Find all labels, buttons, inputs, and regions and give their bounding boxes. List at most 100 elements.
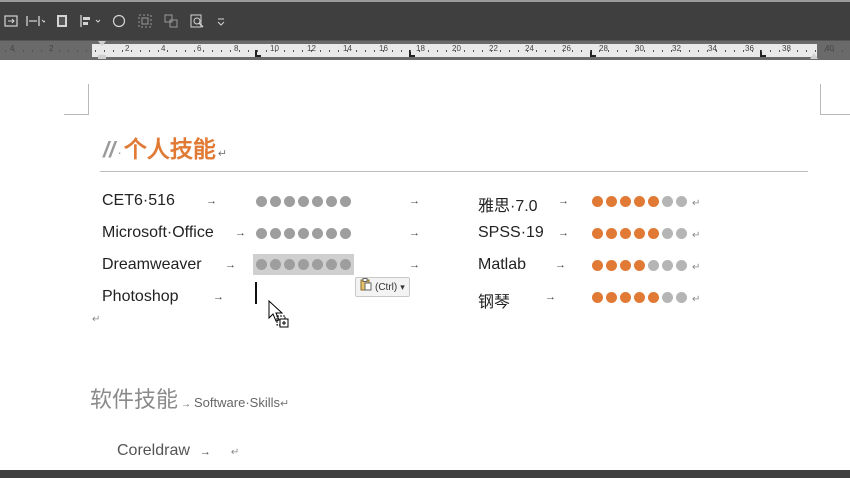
margin-corner-top-right [820,84,850,115]
rating-dot-filled [634,292,645,303]
rating-dot [662,260,673,271]
ruler-tick [455,50,456,52]
ruler-tick [590,50,591,52]
rating-dot [298,196,309,207]
ruler-tick [68,50,69,52]
ruler-tick [545,50,546,52]
rating-dot [340,259,351,270]
ruler-tick [734,50,735,52]
tab-arrow: → [213,291,224,303]
skill-rating-dots [256,196,351,207]
rating-dot [312,259,323,270]
skill-label: Dreamweaver [102,256,202,273]
ruler-tick [284,50,285,52]
tab-arrow: → [181,399,192,410]
ruler-right-indent[interactable] [809,41,819,60]
ruler-tick [572,50,573,52]
ruler-tick [392,50,393,52]
ruler-tick [266,50,267,52]
zoom-page-icon[interactable] [188,11,206,31]
mouse-pointer-copy-icon [268,299,290,330]
rating-dot [312,196,323,207]
section-heading: // · 个人技能 ↵ [103,130,227,164]
ruler-tick [410,50,411,52]
align-icon[interactable] [78,11,104,31]
document-page[interactable]: // · 个人技能 ↵ CET6·516 → → Microsoft·Office → →… [0,60,850,470]
ruler-tick [104,50,105,52]
page-icon[interactable] [54,11,70,31]
ruler-tick [329,50,330,52]
ruler-tick [113,50,114,52]
ruler-tick [563,50,564,52]
ruler-tick [698,50,699,52]
ruler-tick [473,50,474,52]
ruler-tick [554,50,555,52]
rating-dot-filled [592,196,603,207]
ruler-tick [833,50,834,52]
rating-dot-filled [634,196,645,207]
rating-dot [270,259,281,270]
paste-options-label: (Ctrl) [375,281,398,293]
paste-options-button[interactable]: (Ctrl) ▾ [355,277,410,297]
rating-dot [340,228,351,239]
ruler-tick [365,50,366,52]
ruler-number: 30 [635,44,644,53]
ruler-number: 6 [197,44,202,53]
ruler-tick [320,50,321,52]
rating-dot-filled [648,196,659,207]
frame-icon[interactable] [2,11,20,31]
ruler-indent-marker[interactable] [97,41,107,60]
ruler-tick [203,50,204,52]
ruler-tick [482,50,483,52]
group-icon[interactable] [136,11,154,31]
ruler-tick [725,50,726,52]
skill-rating-dots [253,254,354,275]
rating-dot [662,228,673,239]
ruler-tick [671,50,672,52]
ruler-tick [680,50,681,52]
ruler-tick [14,50,15,52]
skill-rating-dots [592,292,687,303]
rating-dot [676,260,687,271]
rating-dot [298,259,309,270]
skill-label: CET6·516 [102,192,175,209]
paragraph-mark: ↵ [692,230,701,241]
ruler-tick [5,50,6,52]
ruler-tick [752,50,753,52]
ungroup-icon[interactable] [162,11,180,31]
rating-dot [340,196,351,207]
ruler-tick [617,50,618,52]
ruler-tick [770,50,771,52]
tab-arrow: → [558,227,569,239]
ruler-tick [626,50,627,52]
skill-label: SPSS·19 [478,224,544,241]
ruler-tick [50,50,51,52]
ruler-tick [491,50,492,52]
ruler-tick [158,50,159,52]
tab-arrow: → [235,227,246,239]
ruler-number: 4 [161,44,166,53]
section2-subtitle: Software·Skills [194,395,280,410]
software-item-label: Coreldraw [117,442,190,459]
ruler-tick [131,50,132,52]
rating-dot-filled [634,228,645,239]
align-spread-icon[interactable] [24,11,46,31]
ruler-tick [707,50,708,52]
rating-dot [298,228,309,239]
ruler-tick [500,50,501,52]
ruler-tick [824,50,825,52]
rating-dot-filled [620,260,631,271]
horizontal-ruler[interactable]: 4 2 2 4 6 8 10 12 14 16 18 20 22 24 26 28 30 32 34 36 38 40 [0,40,850,60]
ruler-tick [257,50,258,52]
ruler-tick [581,50,582,52]
more-icon[interactable] [214,11,228,31]
heading-prefix: // [103,137,116,162]
paragraph-mark: ↵ [692,262,701,273]
ruler-tick [59,50,60,52]
clipboard-icon [360,278,372,296]
paragraph-mark: ↵ [217,148,228,160]
tab-arrow: → [409,195,420,207]
skill-rating-dots [256,228,351,239]
ruler-tab-stop[interactable] [255,50,261,57]
circle-icon[interactable] [110,11,128,31]
